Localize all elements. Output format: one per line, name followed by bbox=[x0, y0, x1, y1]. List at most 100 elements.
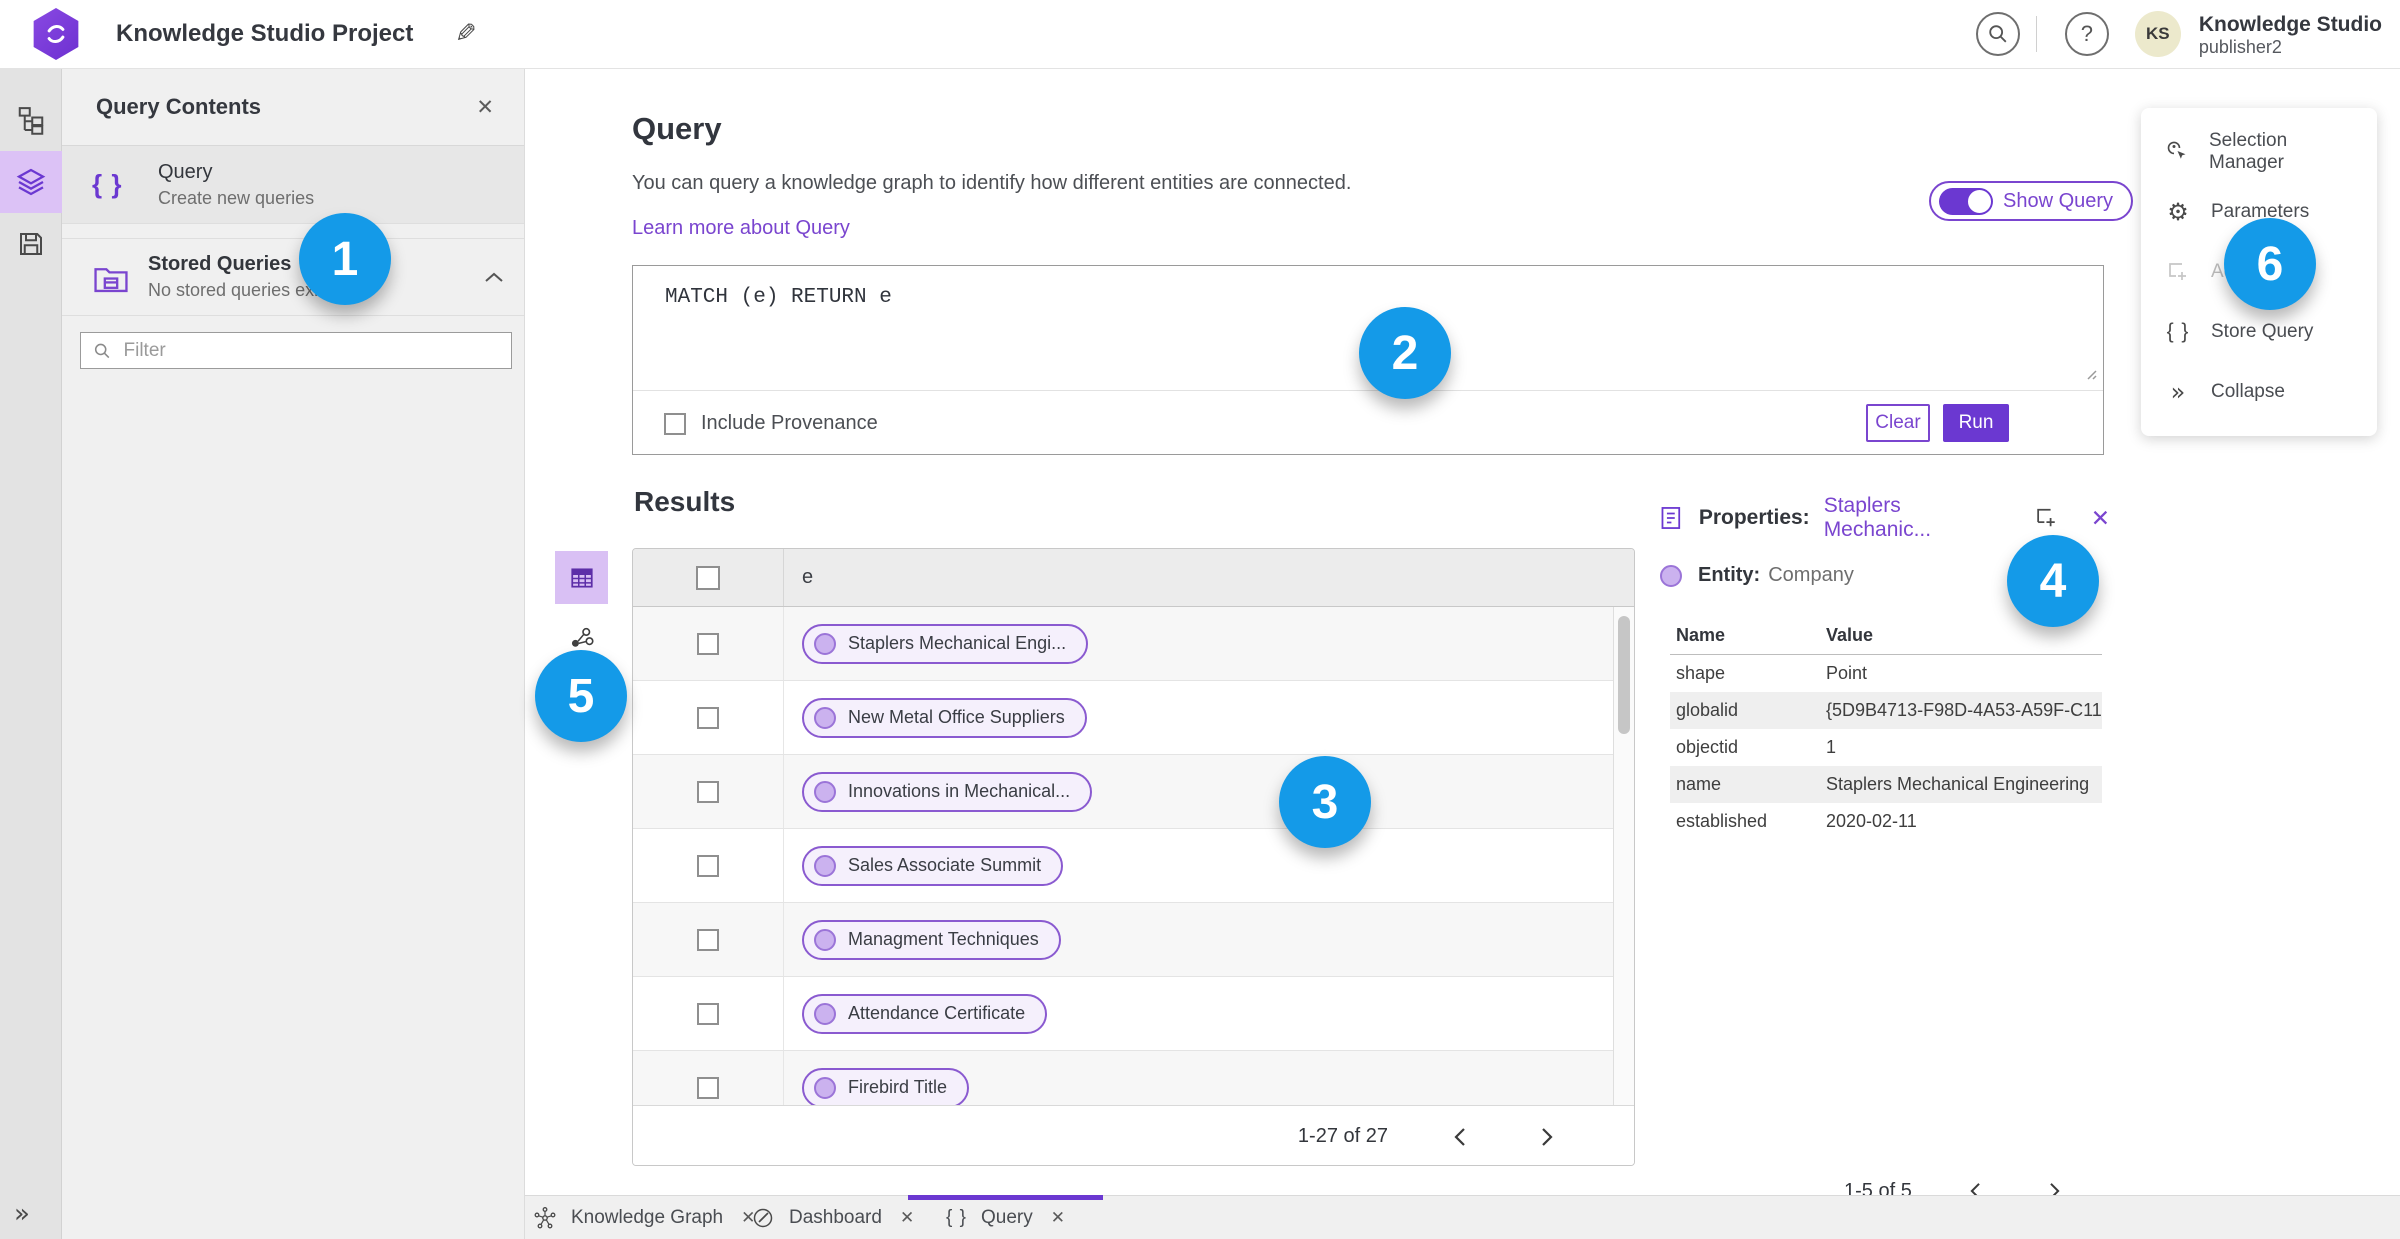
clear-button[interactable]: Clear bbox=[1866, 404, 1930, 442]
run-button[interactable]: Run bbox=[1943, 404, 2009, 442]
table-row[interactable]: Sales Associate Summit bbox=[633, 829, 1634, 903]
properties-close-icon[interactable]: ✕ bbox=[2091, 505, 2110, 532]
table-row[interactable]: New Metal Office Suppliers bbox=[633, 681, 1634, 755]
row-checkbox[interactable] bbox=[697, 632, 719, 655]
menu-item-label: Collapse bbox=[2211, 381, 2285, 402]
query-description: You can query a knowledge graph to ident… bbox=[632, 172, 1352, 194]
panel-item-query[interactable]: { } Query Create new queries bbox=[62, 146, 524, 224]
entity-label: Innovations in Mechanical... bbox=[848, 781, 1071, 801]
property-row[interactable]: name Staplers Mechanical Engineering bbox=[1670, 766, 2102, 803]
menu-item-label: Selection Manager bbox=[2209, 130, 2288, 173]
property-row[interactable]: globalid {5D9B4713-F98D-4A53-A59F-C11... bbox=[1670, 692, 2102, 729]
annotation-circle-3: 3 bbox=[1279, 756, 1371, 848]
chevron-up-icon[interactable] bbox=[484, 271, 504, 283]
tab-dashboard[interactable]: Dashboard ✕ bbox=[751, 1196, 914, 1239]
search-button[interactable] bbox=[1975, 12, 2020, 56]
next-page-button[interactable] bbox=[1530, 1120, 1564, 1154]
entity-pill[interactable]: Sales Associate Summit bbox=[802, 845, 1064, 886]
menu-item-collapse[interactable]: » Collapse bbox=[2141, 362, 2377, 422]
entity-label: Sales Associate Summit bbox=[848, 855, 1042, 875]
filter-input[interactable] bbox=[123, 339, 499, 362]
entity-pill[interactable]: Attendance Certificate bbox=[802, 993, 1048, 1034]
annotation-number: 6 bbox=[2256, 237, 2284, 291]
rail-hierarchy-button[interactable] bbox=[0, 89, 62, 151]
table-view-button[interactable] bbox=[555, 551, 608, 604]
app-logo[interactable] bbox=[33, 8, 79, 60]
toggle-switch[interactable] bbox=[1939, 187, 1993, 215]
avatar[interactable]: KS bbox=[2134, 11, 2181, 57]
results-rows: Staplers Mechanical Engi... New Metal Of… bbox=[633, 607, 1634, 1105]
row-checkbox[interactable] bbox=[697, 1076, 719, 1099]
tab-query-active[interactable]: { } Query ✕ bbox=[908, 1195, 1103, 1239]
entity-label: Staplers Mechanical Engi... bbox=[848, 633, 1067, 653]
table-row[interactable]: Attendance Certificate bbox=[633, 977, 1634, 1051]
menu-item-store-query[interactable]: { } Store Query bbox=[2141, 302, 2377, 362]
panel-header: Query Contents ✕ bbox=[62, 69, 524, 146]
prop-value: Point bbox=[1826, 663, 1868, 683]
resize-handle-icon[interactable] bbox=[2083, 366, 2097, 380]
collapse-icon: » bbox=[2170, 378, 2186, 406]
results-table-header: e bbox=[633, 549, 1634, 607]
include-provenance-checkbox[interactable] bbox=[664, 412, 686, 435]
scrollbar-thumb[interactable] bbox=[1618, 616, 1630, 734]
entity-pill[interactable]: Managment Techniques bbox=[802, 919, 1061, 960]
show-query-toggle[interactable]: Show Query bbox=[1929, 181, 2134, 221]
entity-label: Attendance Certificate bbox=[848, 1003, 1026, 1023]
rail-layers-button[interactable] bbox=[0, 151, 62, 213]
entity-pill[interactable]: Staplers Mechanical Engi... bbox=[802, 623, 1089, 664]
entity-dot-icon bbox=[814, 1002, 836, 1025]
include-provenance-option[interactable]: Include Provenance bbox=[664, 412, 878, 435]
link-chart-view-button[interactable] bbox=[570, 627, 596, 651]
row-checkbox[interactable] bbox=[697, 780, 719, 803]
select-all-checkbox[interactable] bbox=[696, 565, 720, 590]
table-row[interactable]: Staplers Mechanical Engi... bbox=[633, 607, 1634, 681]
column-header-e[interactable]: e bbox=[783, 549, 1634, 606]
row-checkbox[interactable] bbox=[697, 706, 719, 729]
results-scrollbar[interactable] bbox=[1613, 607, 1634, 1105]
chevron-left-icon bbox=[1453, 1127, 1465, 1146]
row-checkbox[interactable] bbox=[697, 1002, 719, 1025]
filter-field[interactable] bbox=[80, 332, 512, 369]
expand-rail-button[interactable]: » bbox=[14, 1199, 30, 1229]
table-row[interactable]: Innovations in Mechanical... bbox=[633, 755, 1634, 829]
properties-icon bbox=[1661, 507, 1681, 529]
row-checkbox[interactable] bbox=[697, 928, 719, 951]
entity-dot-icon bbox=[814, 928, 836, 951]
annotation-circle-6: 6 bbox=[2224, 218, 2316, 310]
property-row[interactable]: established 2020-02-11 bbox=[1670, 803, 2102, 840]
entity-pill[interactable]: Innovations in Mechanical... bbox=[802, 771, 1093, 812]
left-rail: » bbox=[0, 69, 62, 1239]
panel-item-stored-queries[interactable]: Stored Queries No stored queries exist bbox=[62, 238, 524, 316]
property-row[interactable]: shape Point bbox=[1670, 655, 2102, 693]
row-checkbox[interactable] bbox=[697, 854, 719, 877]
edit-title-icon[interactable]: ✎ bbox=[455, 19, 477, 49]
bottom-tab-bar: Knowledge Graph ✕ Dashboard ✕ { } Query … bbox=[525, 1195, 2400, 1239]
help-button[interactable]: ? bbox=[2064, 12, 2109, 56]
table-row[interactable]: Managment Techniques bbox=[633, 903, 1634, 977]
panel-close-icon[interactable]: ✕ bbox=[476, 95, 494, 120]
save-icon bbox=[20, 233, 42, 255]
rail-save-button[interactable] bbox=[0, 213, 62, 275]
table-row[interactable]: Firebird Title bbox=[633, 1051, 1634, 1105]
braces-icon: { } bbox=[2166, 320, 2190, 343]
prop-name: established bbox=[1676, 811, 1768, 831]
results-table: e Staplers Mechanical Engi... New Metal … bbox=[632, 548, 1635, 1166]
tab-label: Dashboard bbox=[789, 1207, 882, 1228]
annotation-circle-1: 1 bbox=[299, 213, 391, 305]
entity-pill[interactable]: New Metal Office Suppliers bbox=[802, 697, 1087, 738]
active-tab-indicator bbox=[908, 1195, 1103, 1200]
properties-entity-link[interactable]: Staplers Mechanic... bbox=[1824, 494, 2006, 542]
learn-more-link[interactable]: Learn more about Query bbox=[632, 217, 850, 240]
entity-pill[interactable]: Firebird Title bbox=[802, 1067, 970, 1105]
tab-close-icon[interactable]: ✕ bbox=[1051, 1208, 1065, 1228]
entity-label: Firebird Title bbox=[848, 1077, 948, 1097]
property-row[interactable]: objectid 1 bbox=[1670, 729, 2102, 766]
filter-search-icon bbox=[94, 343, 110, 358]
entity-label: New Metal Office Suppliers bbox=[848, 707, 1065, 727]
tab-knowledge-graph[interactable]: Knowledge Graph ✕ bbox=[533, 1196, 755, 1239]
user-block[interactable]: Knowledge Studio publisher2 bbox=[2199, 11, 2382, 58]
link-chart-icon bbox=[571, 627, 594, 647]
add-to-selection-icon[interactable] bbox=[2034, 505, 2059, 531]
previous-page-button[interactable] bbox=[1442, 1120, 1476, 1154]
menu-item-selection-manager[interactable]: Selection Manager bbox=[2141, 122, 2377, 182]
